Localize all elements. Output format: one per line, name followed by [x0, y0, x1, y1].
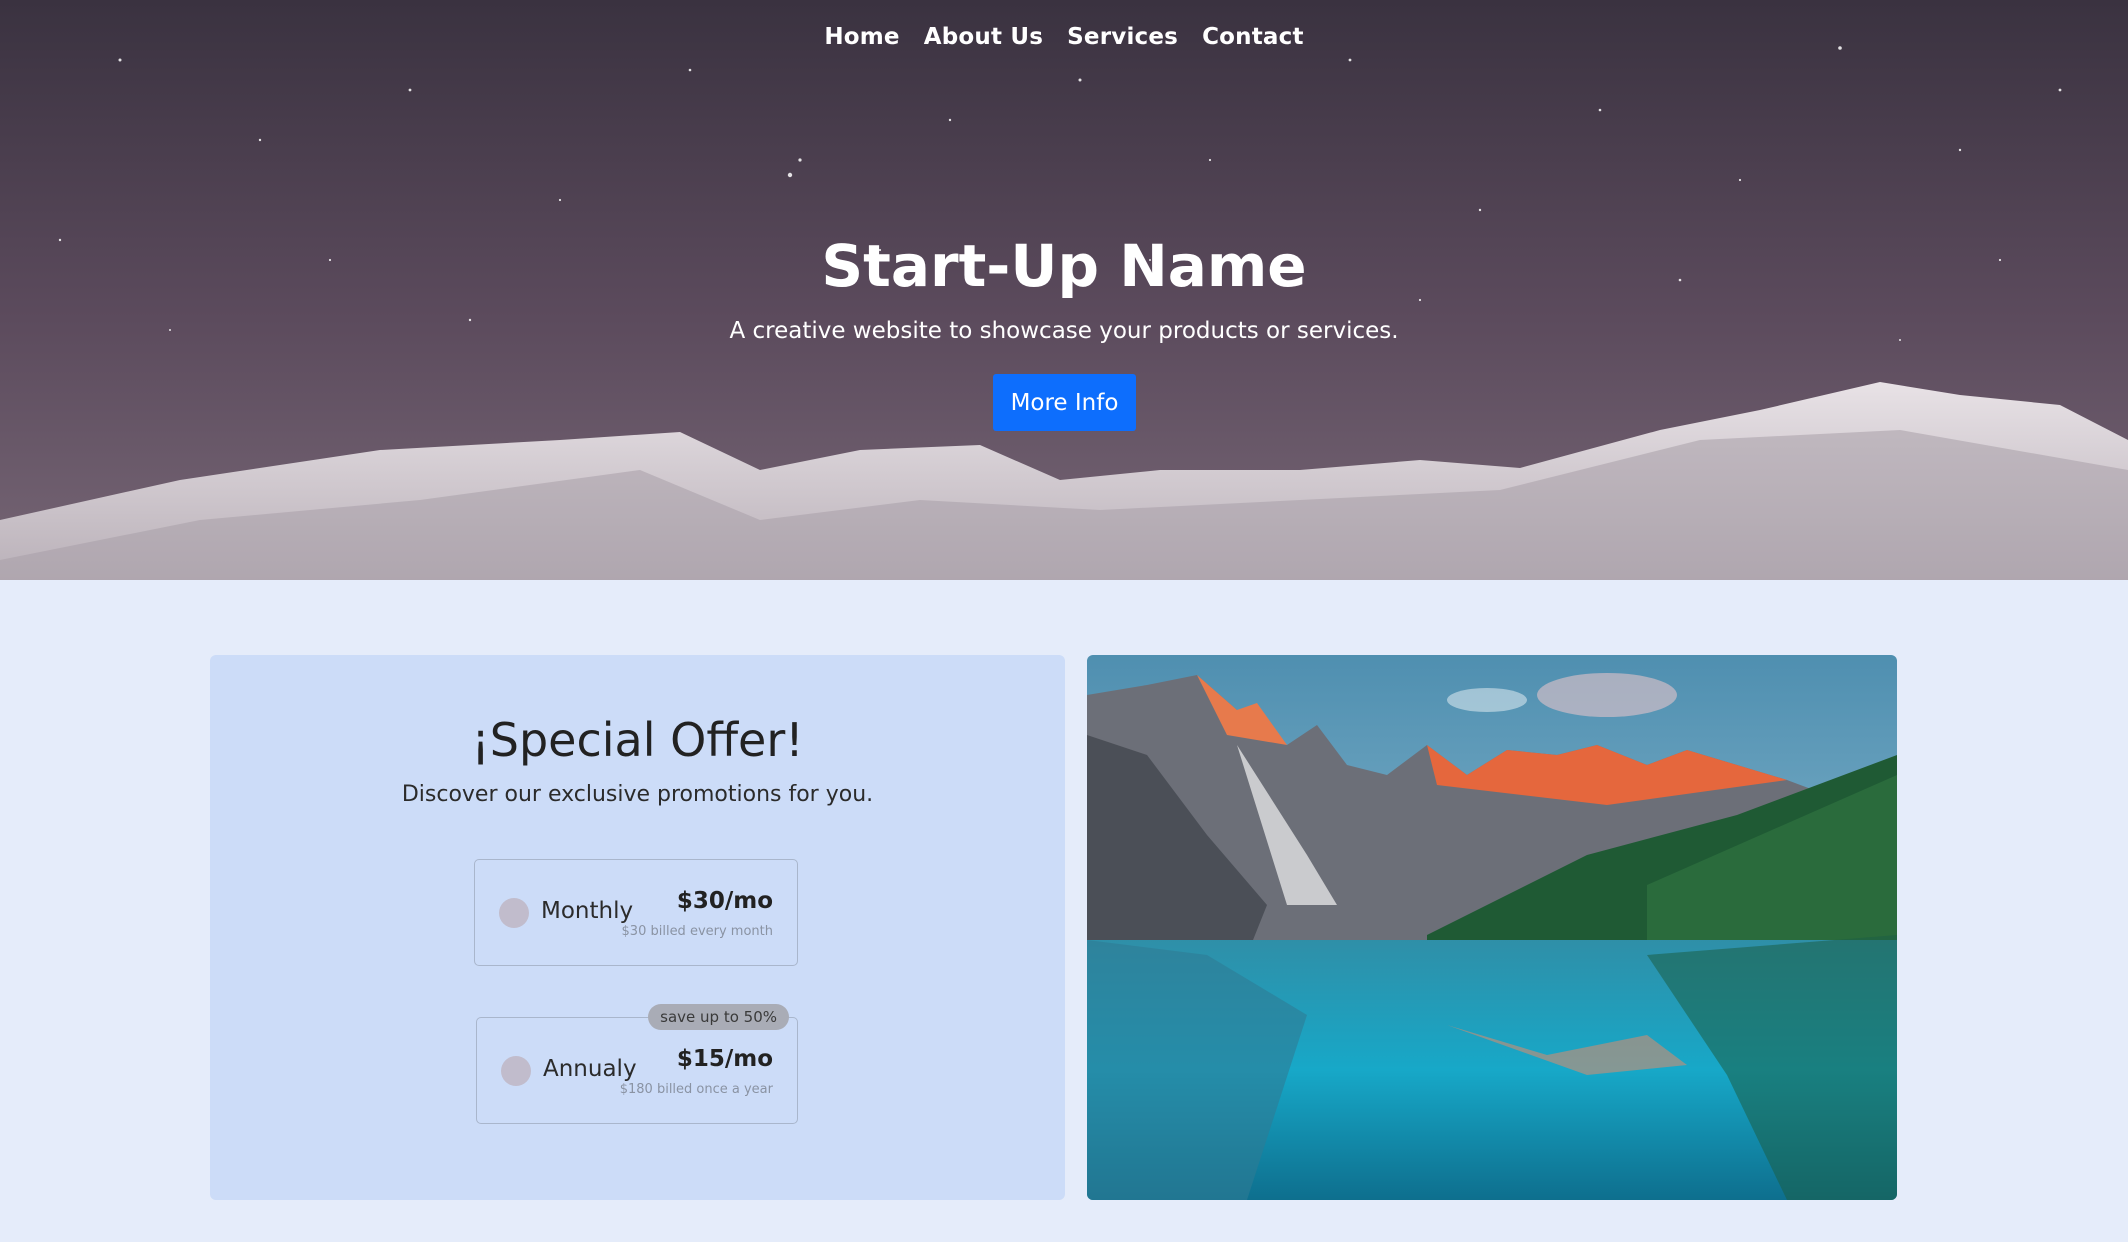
savings-badge: save up to 50% — [648, 1004, 789, 1030]
plan-name: Annualy — [543, 1056, 637, 1082]
nav-services-link[interactable]: Services — [1067, 24, 1178, 50]
nav-contact-link[interactable]: Contact — [1202, 24, 1304, 50]
offer-title: ¡Special Offer! — [471, 713, 804, 767]
mountain-lake-image — [1087, 655, 1897, 1200]
plan-option-monthly[interactable]: Monthly $30/mo $30 billed every month — [474, 859, 798, 966]
offer-subtitle: Discover our exclusive promotions for yo… — [401, 782, 874, 807]
main-nav: Home About Us Services Contact — [0, 24, 2128, 50]
nav-about-link[interactable]: About Us — [924, 24, 1043, 50]
plan-price: $15/mo — [676, 1046, 773, 1072]
radio-unchecked-icon[interactable] — [501, 1056, 531, 1086]
hero-subtitle: A creative website to showcase your prod… — [729, 318, 1399, 344]
plan-price: $30/mo — [676, 888, 773, 914]
radio-unchecked-icon[interactable] — [499, 898, 529, 928]
mountain-lake-photo — [1087, 655, 1897, 1200]
nav-home-link[interactable]: Home — [824, 24, 899, 50]
plan-billing-note: $30 billed every month — [621, 924, 773, 939]
hero-section: Home About Us Services Contact Start-Up … — [0, 0, 2128, 580]
more-info-button[interactable]: More Info — [993, 374, 1136, 431]
special-offer-card: ¡Special Offer! Discover our exclusive p… — [210, 655, 1065, 1200]
plan-option-annual[interactable]: save up to 50% Annualy $15/mo $180 bille… — [476, 1004, 798, 1124]
plan-name: Monthly — [541, 898, 634, 924]
hero-title: Start-Up Name — [821, 232, 1307, 300]
plan-billing-note: $180 billed once a year — [619, 1082, 773, 1097]
